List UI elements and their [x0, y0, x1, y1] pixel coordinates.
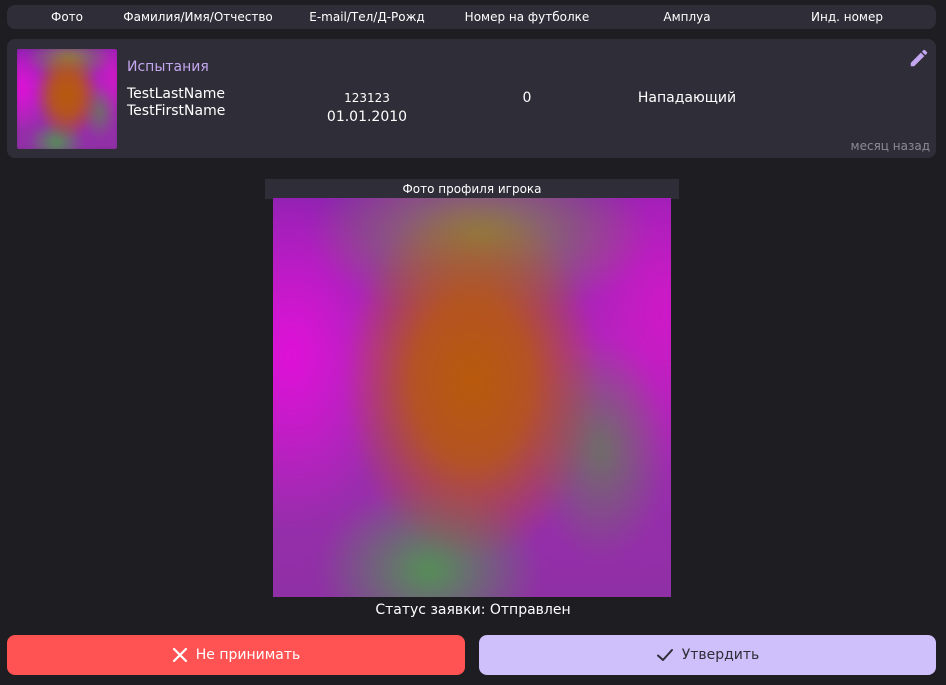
header-photo: Фото	[50, 10, 83, 24]
updated-time: месяц назад	[850, 139, 930, 153]
application-status: Статус заявки: Отправлен	[375, 602, 571, 618]
header-jersey-number: Номер на футболке	[464, 10, 590, 24]
player-row: Испытания TestLastName TestFirstName 123…	[7, 39, 936, 158]
player-birth-date: 01.01.2010	[326, 109, 408, 125]
player-jersey-number: 0	[522, 90, 532, 106]
player-phone: 123123	[344, 91, 390, 105]
header-position: Амплуа	[663, 10, 711, 24]
check-icon	[656, 649, 673, 661]
player-position: Нападающий	[637, 90, 737, 106]
profile-photo-caption: Фото профиля игрока	[265, 179, 679, 199]
team-link[interactable]: Испытания	[127, 59, 209, 75]
player-last-name: TestLastName	[127, 86, 226, 102]
player-first-name: TestFirstName	[127, 103, 226, 119]
player-thumbnail	[17, 49, 117, 149]
header-full-name: Фамилия/Имя/Отчество	[123, 10, 273, 24]
pencil-icon[interactable]	[908, 47, 930, 69]
reject-button[interactable]: Не принимать	[7, 635, 465, 675]
reject-button-label: Не принимать	[195, 647, 301, 663]
header-ind-number: Инд. номер	[811, 10, 883, 24]
approve-button[interactable]: Утвердить	[479, 635, 936, 675]
close-icon	[172, 647, 187, 663]
table-header: Фото Фамилия/Имя/Отчество E-mail/Тел/Д-Р…	[7, 5, 936, 29]
header-contacts: E-mail/Тел/Д-Рожд	[309, 10, 425, 24]
profile-photo	[273, 198, 671, 597]
approve-button-label: Утвердить	[681, 647, 760, 663]
